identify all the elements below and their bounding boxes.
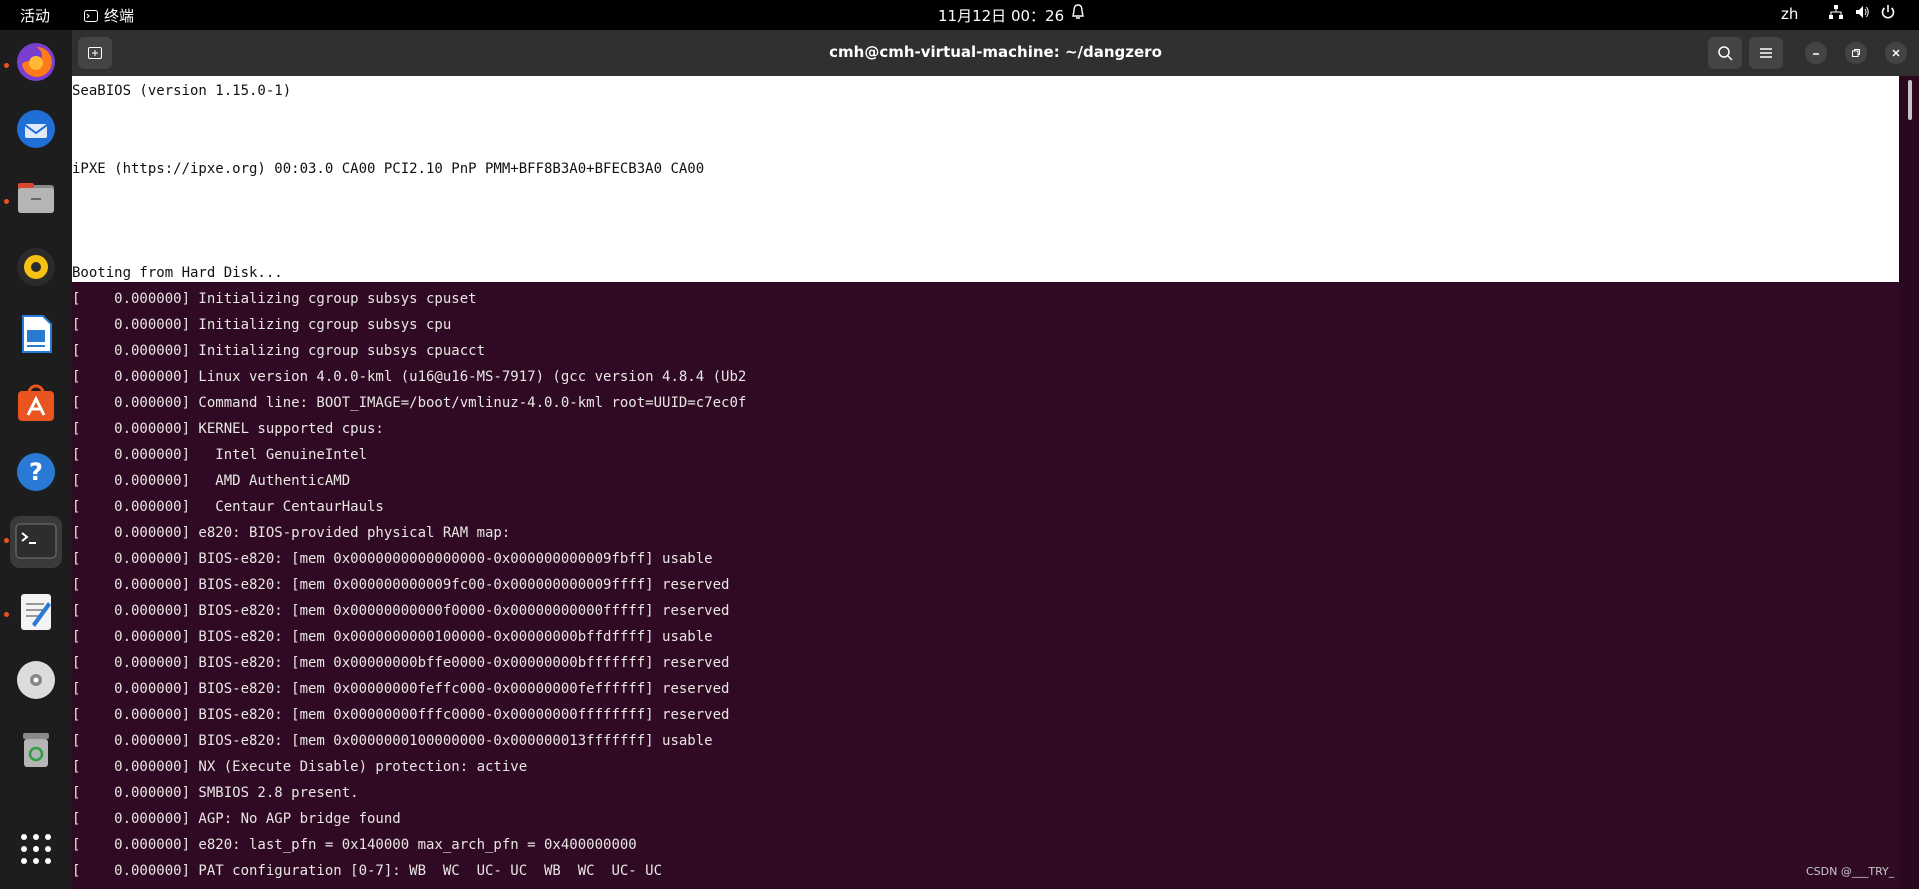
log-line: [ 0.000000] KERNEL supported cpus: [72,421,384,437]
running-indicator [4,612,9,617]
thunderbird-icon[interactable] [10,103,62,155]
menu-button[interactable] [1749,37,1783,69]
rhythmbox-icon[interactable] [10,241,62,293]
log-line: [ 0.000000] BIOS-e820: [mem 0x0000000100… [72,733,713,749]
svg-text:?: ? [29,458,43,486]
log-line: [ 0.000000] SMBIOS 2.8 present. [72,785,359,801]
show-apps-icon[interactable] [10,823,62,875]
log-line: [ 0.000000] BIOS-e820: [mem 0x00000000fe… [72,681,730,697]
log-line: [ 0.000000] BIOS-e820: [mem 0x0000000000… [72,603,730,619]
watermark: CSDN @___TRY_ [1806,865,1895,878]
terminal-icon [84,9,98,22]
restore-icon [1852,49,1860,57]
libreoffice-writer-icon[interactable] [10,308,62,360]
hamburger-menu-icon [1760,48,1772,58]
log-line: [ 0.000000] PAT configuration [0-7]: WB … [72,863,663,879]
minimize-button[interactable] [1805,42,1827,64]
app-menu[interactable]: 终端 [84,5,134,26]
app-center-icon[interactable] [10,377,62,429]
scrollbar-thumb[interactable] [1908,80,1912,120]
top-bar: 活动 终端 11月12日 00：26 zh [0,0,1919,30]
activities-button[interactable]: 活动 [20,5,50,26]
log-line: [ 0.000000] Command line: BOOT_IMAGE=/bo… [72,395,747,411]
text-editor-icon[interactable] [10,586,62,638]
system-menu[interactable] [1828,4,1896,20]
log-line: [ 0.000000] NX (Execute Disable) protect… [72,759,528,775]
search-button[interactable] [1708,37,1742,69]
network-icon [1829,5,1843,19]
clock[interactable]: 11月12日 00：26 [938,5,1064,26]
log-line: [ 0.000000] Linux version 4.0.0-kml (u16… [72,369,747,385]
volume-icon [1856,6,1869,18]
terminal-app-icon[interactable] [10,516,62,568]
scrollbar-track[interactable] [1899,76,1919,889]
running-indicator [4,63,9,68]
log-line: [ 0.000000] e820: last_pfn = 0x140000 ma… [72,837,637,853]
log-line: [ 0.000000] Centaur CentaurHauls [72,499,384,515]
firefox-icon[interactable] [10,36,62,88]
running-indicator [4,538,9,543]
app-name-label: 终端 [104,7,135,25]
log-line: [ 0.000000] BIOS-e820: [mem 0x0000000000… [72,577,730,593]
trash-icon[interactable] [10,723,62,775]
header-bar: cmh@cmh-virtual-machine: ~/dangzero [72,30,1919,76]
log-line: [ 0.000000] BIOS-e820: [mem 0x0000000000… [72,551,713,567]
log-line: [ 0.000000] Initializing cgroup subsys c… [72,317,452,333]
minimize-icon [1813,53,1819,55]
help-icon[interactable]: ? [10,446,62,498]
log-line: [ 0.000000] AGP: No AGP bridge found [72,811,401,827]
log-line: [ 0.000000] BIOS-e820: [mem 0x0000000000… [72,629,713,645]
disc-icon[interactable] [10,654,62,706]
close-icon [1892,49,1900,57]
terminal-output[interactable]: [ 0.000000] Initializing cgroup subsys c… [72,76,1899,889]
dock: ? [0,30,72,889]
files-icon[interactable] [10,172,62,224]
log-line: [ 0.000000] e820: BIOS-provided physical… [72,525,511,541]
notification-bell-icon[interactable] [1070,3,1086,25]
log-line: [ 0.000000] Initializing cgroup subsys c… [72,343,486,359]
running-indicator [4,199,9,204]
close-button[interactable] [1885,42,1907,64]
terminal-window: cmh@cmh-virtual-machine: ~/dangzero SeaB… [72,30,1919,889]
log-line: [ 0.000000] AMD AuthenticAMD [72,473,351,489]
log-line: [ 0.000000] Intel GenuineIntel [72,447,368,463]
log-line: [ 0.000000] BIOS-e820: [mem 0x00000000bf… [72,655,730,671]
window-title: cmh@cmh-virtual-machine: ~/dangzero [829,43,1162,61]
log-line: [ 0.000000] BIOS-e820: [mem 0x00000000ff… [72,707,730,723]
power-icon [1881,5,1895,19]
input-method-indicator[interactable]: zh [1781,5,1798,23]
restore-button[interactable] [1845,42,1867,64]
log-line: [ 0.000000] Initializing cgroup subsys c… [72,291,477,307]
search-icon [1718,46,1733,61]
